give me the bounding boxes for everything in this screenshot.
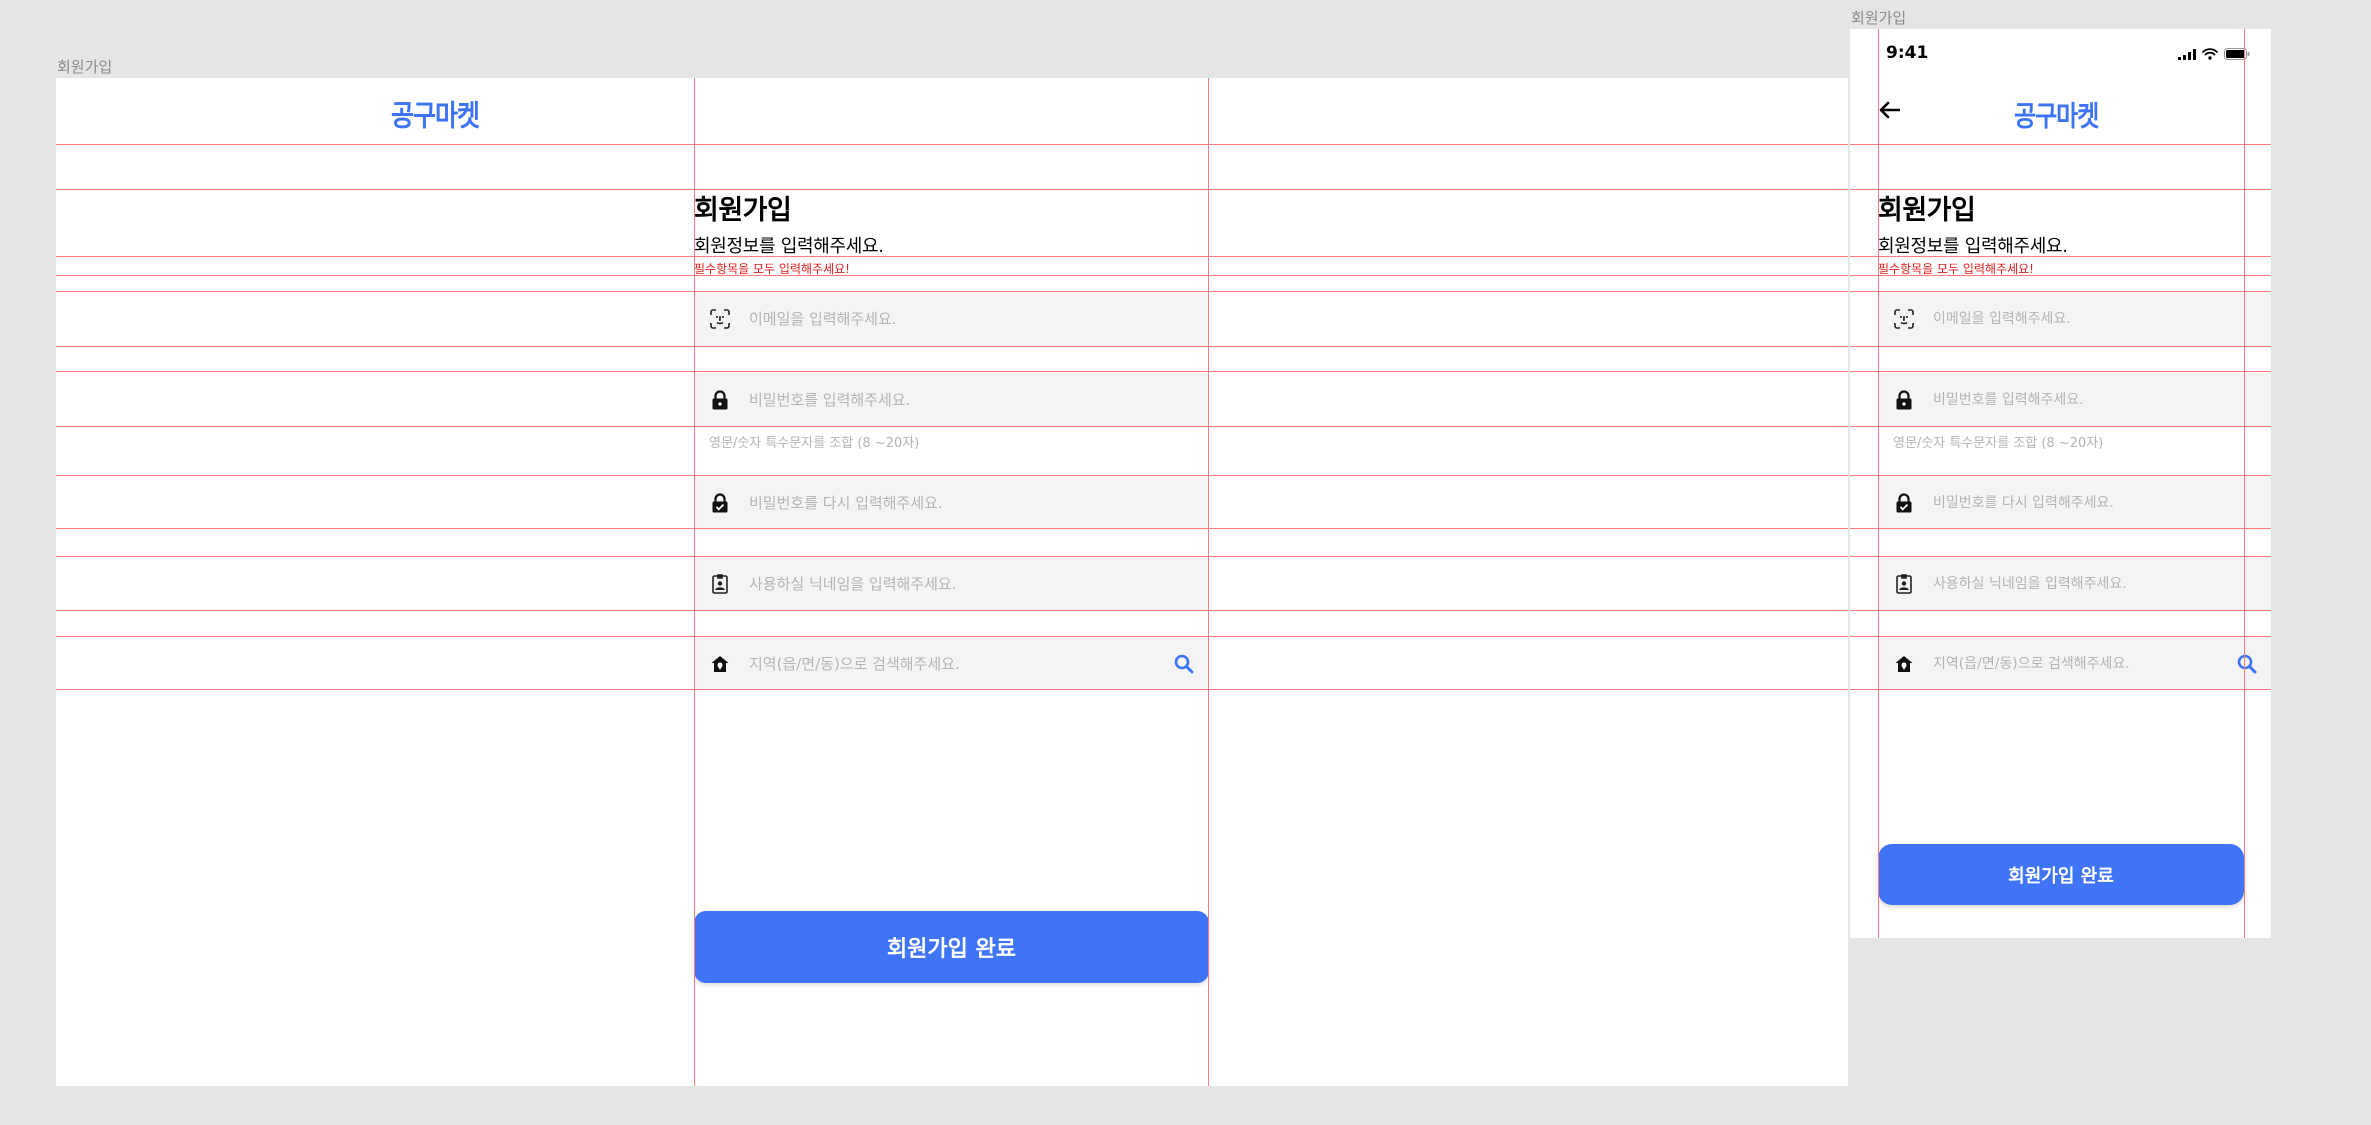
mobile-signup-frame: 9:41 공구마켓 회원가입 회원정보를 입력해주세요. 필수항목을 모두 입력…: [1850, 29, 2271, 938]
password-confirm-input[interactable]: [747, 493, 1208, 513]
password-hint: 영문/숫자 특수문자를 조합 (8 ~20자): [709, 436, 920, 451]
nickname-input[interactable]: [1931, 575, 2271, 593]
email-input[interactable]: [747, 309, 1208, 329]
home-location-icon: [709, 653, 731, 675]
status-time: 9:41: [1886, 43, 1929, 63]
face-id-icon: [709, 308, 731, 330]
brand-logo[interactable]: 공구마켓: [391, 93, 480, 134]
password-confirm-field[interactable]: [694, 476, 1208, 530]
region-field[interactable]: [694, 637, 1208, 691]
search-icon[interactable]: [1174, 654, 1194, 674]
nickname-field[interactable]: [694, 557, 1208, 611]
password-hint: 영문/숫자 특수문자를 조합 (8 ~20자): [1893, 436, 2104, 451]
lock-check-icon: [1893, 492, 1915, 514]
signup-complete-button[interactable]: 회원가입 완료: [1878, 844, 2244, 905]
id-badge-icon: [1893, 573, 1915, 595]
page-subtitle: 회원정보를 입력해주세요.: [1878, 236, 2068, 257]
status-icons: [2178, 45, 2250, 64]
page-title: 회원가입: [1878, 195, 1976, 226]
region-input[interactable]: [747, 654, 1174, 674]
page-title: 회원가입: [694, 195, 792, 226]
password-field[interactable]: [694, 373, 1208, 427]
password-input[interactable]: [747, 390, 1208, 410]
search-icon[interactable]: [2237, 654, 2257, 674]
cellular-signal-icon: [2178, 45, 2196, 64]
home-location-icon: [1893, 653, 1915, 675]
desktop-frame-label: 회원가입: [57, 58, 113, 76]
page-subtitle: 회원정보를 입력해주세요.: [694, 236, 884, 257]
mobile-frame-label: 회원가입: [1851, 9, 1907, 27]
email-field[interactable]: [1878, 292, 2271, 346]
password-input[interactable]: [1931, 391, 2271, 409]
lock-check-icon: [709, 492, 731, 514]
back-arrow-icon[interactable]: [1878, 101, 1901, 123]
desktop-signup-frame: 공구마켓 회원가입 회원정보를 입력해주세요. 필수항목을 모두 입력해주세요!…: [56, 78, 1848, 1086]
lock-icon: [1893, 389, 1915, 411]
battery-icon: [2224, 45, 2250, 64]
face-id-icon: [1893, 308, 1915, 330]
email-field[interactable]: [694, 292, 1208, 346]
wifi-icon: [2202, 45, 2218, 64]
id-badge-icon: [709, 573, 731, 595]
lock-icon: [709, 389, 731, 411]
region-input[interactable]: [1931, 655, 2237, 673]
region-field[interactable]: [1878, 637, 2271, 691]
nickname-field[interactable]: [1878, 557, 2271, 611]
password-field[interactable]: [1878, 373, 2271, 427]
signup-complete-button[interactable]: 회원가입 완료: [694, 911, 1209, 983]
brand-logo[interactable]: 공구마켓: [2014, 93, 2099, 133]
password-confirm-field[interactable]: [1878, 476, 2271, 530]
password-confirm-input[interactable]: [1931, 494, 2271, 512]
email-input[interactable]: [1931, 310, 2271, 328]
nickname-input[interactable]: [747, 574, 1208, 594]
